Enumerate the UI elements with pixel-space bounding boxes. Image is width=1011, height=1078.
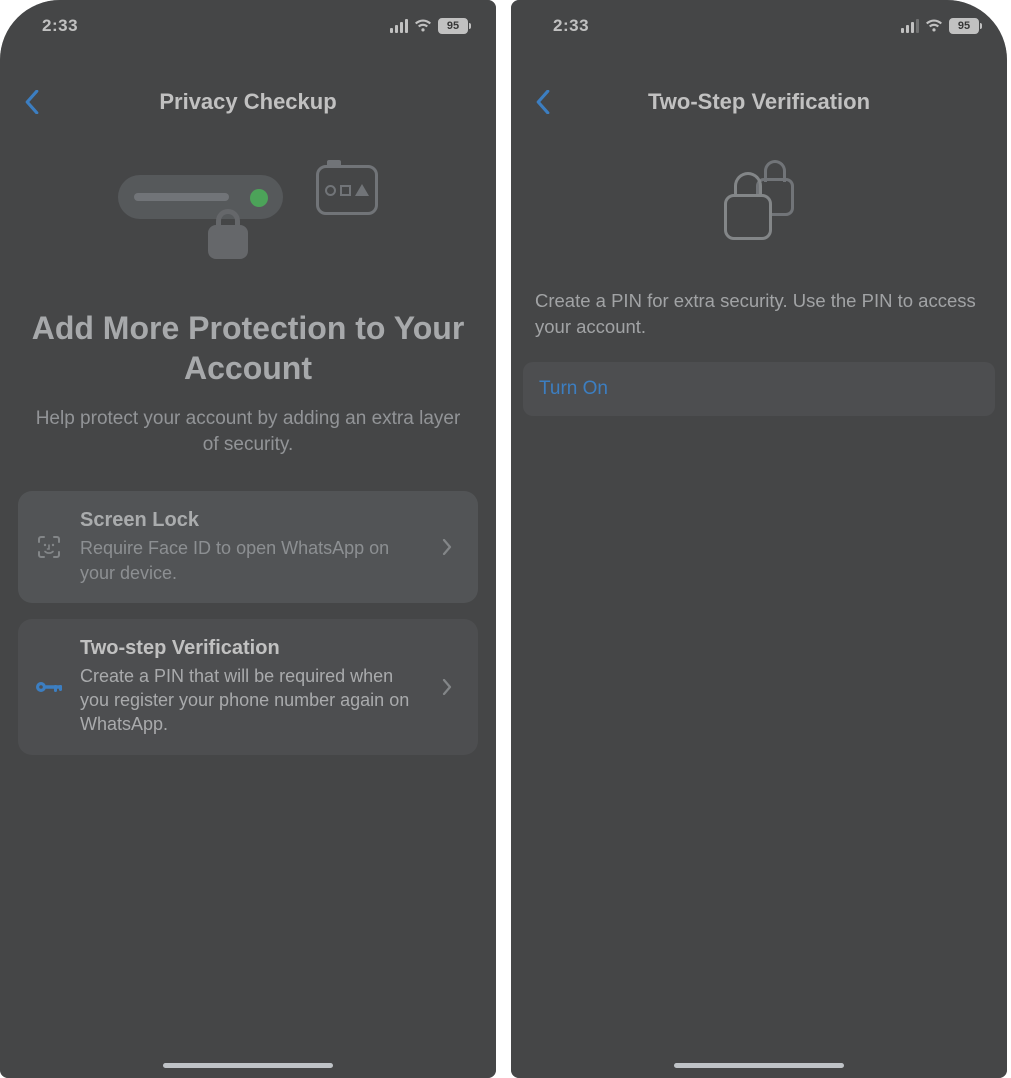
page-subtitle: Help protect your account by adding an e…: [0, 406, 496, 457]
lock-front-icon: [724, 172, 772, 244]
wifi-icon: [925, 19, 943, 33]
padlock-illustration: [511, 160, 1007, 270]
home-indicator[interactable]: [674, 1063, 844, 1068]
card-desc: Require Face ID to open WhatsApp on your…: [80, 536, 426, 585]
card-title: Screen Lock: [80, 509, 426, 532]
lock-icon: [208, 205, 248, 260]
indicator-dot-icon: [250, 189, 268, 207]
nav-title: Privacy Checkup: [159, 89, 336, 115]
battery-level: 95: [447, 20, 459, 32]
chevron-left-icon: [535, 90, 551, 114]
nav-bar: Two-Step Verification: [511, 74, 1007, 130]
status-time: 2:33: [553, 16, 589, 36]
status-bar: 2:33 95: [0, 0, 496, 52]
battery-level: 95: [958, 20, 970, 32]
nav-title: Two-Step Verification: [648, 89, 870, 115]
card-title: Two-step Verification: [80, 637, 426, 660]
card-desc: Create a PIN that will be required when …: [80, 664, 426, 737]
hero-illustration: [0, 140, 496, 290]
screen-two-step-verification: 2:33 95 Two-Step Verification Create a P…: [511, 0, 1007, 1078]
cellular-icon: [390, 19, 408, 33]
turn-on-button[interactable]: Turn On: [523, 362, 995, 416]
key-icon: [34, 678, 64, 696]
status-indicators: 95: [390, 18, 468, 34]
card-two-step-verification[interactable]: Two-step Verification Create a PIN that …: [18, 619, 478, 755]
back-button[interactable]: [523, 82, 563, 122]
status-bar: 2:33 95: [511, 0, 1007, 52]
cellular-icon: [901, 19, 919, 33]
back-button[interactable]: [12, 82, 52, 122]
screen-privacy-checkup: 2:33 95 Privacy Checkup: [0, 0, 496, 1078]
status-time: 2:33: [42, 16, 78, 36]
home-indicator[interactable]: [163, 1063, 333, 1068]
battery-icon: 95: [949, 18, 979, 34]
chevron-right-icon: [442, 679, 462, 695]
page-headline: Add More Protection to Your Account: [0, 308, 496, 388]
chevron-right-icon: [442, 539, 462, 555]
camera-icon: [316, 165, 378, 215]
battery-icon: 95: [438, 18, 468, 34]
chevron-left-icon: [24, 90, 40, 114]
card-screen-lock[interactable]: Screen Lock Require Face ID to open What…: [18, 491, 478, 603]
nav-bar: Privacy Checkup: [0, 74, 496, 130]
description-text: Create a PIN for extra security. Use the…: [511, 288, 1007, 340]
wifi-icon: [414, 19, 432, 33]
turn-on-label: Turn On: [539, 378, 608, 400]
status-indicators: 95: [901, 18, 979, 34]
face-id-icon: [34, 534, 64, 560]
